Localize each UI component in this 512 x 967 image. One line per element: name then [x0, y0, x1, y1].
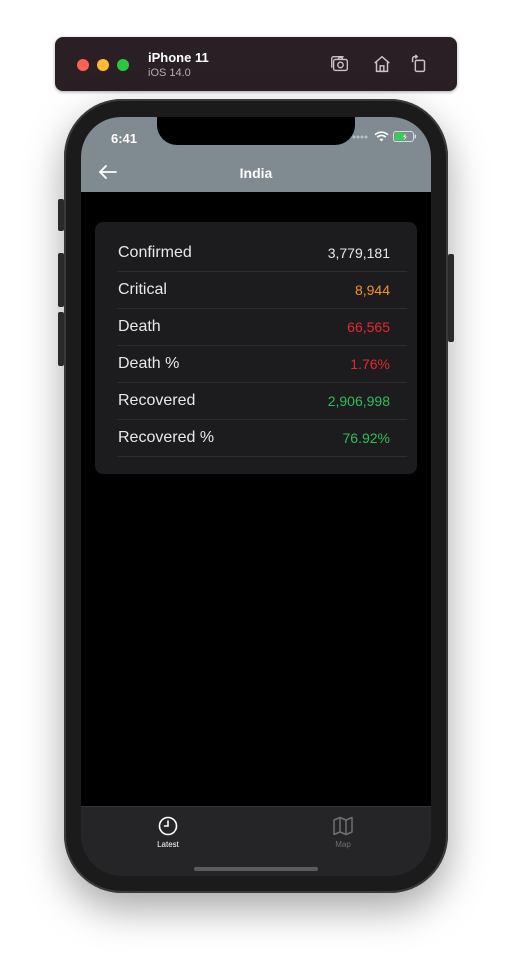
tab-map[interactable]: Map: [313, 815, 373, 849]
stat-row-critical: Critical 8,944: [117, 271, 407, 309]
notch: [157, 117, 355, 145]
tab-bar: Latest Map: [81, 806, 431, 876]
simulator-titlebar: iPhone 11 iOS 14.0: [55, 37, 457, 91]
battery-icon: [393, 131, 416, 142]
map-icon: [333, 816, 353, 836]
close-window-button[interactable]: [77, 59, 89, 71]
maximize-window-button[interactable]: [117, 59, 129, 71]
status-icons: [352, 131, 417, 142]
stat-row-death: Death 66,565: [117, 308, 407, 346]
rotate-icon: [411, 54, 426, 73]
power-button: [448, 254, 454, 342]
tab-latest[interactable]: Latest: [138, 815, 198, 849]
os-version: iOS 14.0: [148, 67, 191, 79]
screenshot-icon: [331, 55, 349, 72]
home-icon: [374, 55, 390, 73]
stat-value: 1.76%: [350, 355, 390, 372]
home-button[interactable]: [370, 52, 394, 76]
clock-icon: [158, 816, 178, 836]
stat-row-recovered-percent: Recovered % 76.92%: [117, 419, 407, 457]
device-name: iPhone 11: [148, 50, 209, 65]
rotate-button[interactable]: [407, 52, 431, 76]
stats-card: Confirmed 3,779,181 Critical 8,944 Death…: [95, 222, 417, 474]
signal-icon: [352, 135, 368, 138]
stat-label: Death: [118, 317, 161, 335]
stat-row-confirmed: Confirmed 3,779,181: [117, 234, 407, 272]
screenshot-button[interactable]: [328, 52, 352, 76]
app-screen: 6:41 India Confirmed 3,779,181 Critical …: [81, 117, 431, 876]
tab-label: Map: [335, 840, 351, 849]
status-time: 6:41: [111, 131, 138, 146]
stat-value: 76.92%: [342, 429, 390, 446]
stat-label: Death %: [118, 354, 180, 372]
volume-up-button: [58, 253, 64, 307]
tab-label: Latest: [157, 840, 179, 849]
home-indicator[interactable]: [194, 867, 318, 871]
stat-value: 3,779,181: [327, 244, 390, 261]
stat-value: 66,565: [347, 318, 390, 335]
stat-label: Recovered %: [118, 428, 215, 446]
navigation-bar: 6:41 India: [81, 117, 431, 192]
stat-row-recovered: Recovered 2,906,998: [117, 382, 407, 420]
wifi-icon: [374, 131, 389, 142]
stat-value: 2,906,998: [327, 392, 390, 409]
stat-label: Critical: [118, 280, 167, 298]
page-title: India: [239, 165, 273, 181]
volume-down-button: [58, 312, 64, 366]
minimize-window-button[interactable]: [97, 59, 109, 71]
stat-row-death-percent: Death % 1.76%: [117, 345, 407, 383]
mute-switch: [58, 199, 64, 231]
stat-label: Confirmed: [118, 243, 192, 261]
stat-label: Recovered: [118, 391, 196, 409]
stat-value: 8,944: [354, 281, 390, 298]
